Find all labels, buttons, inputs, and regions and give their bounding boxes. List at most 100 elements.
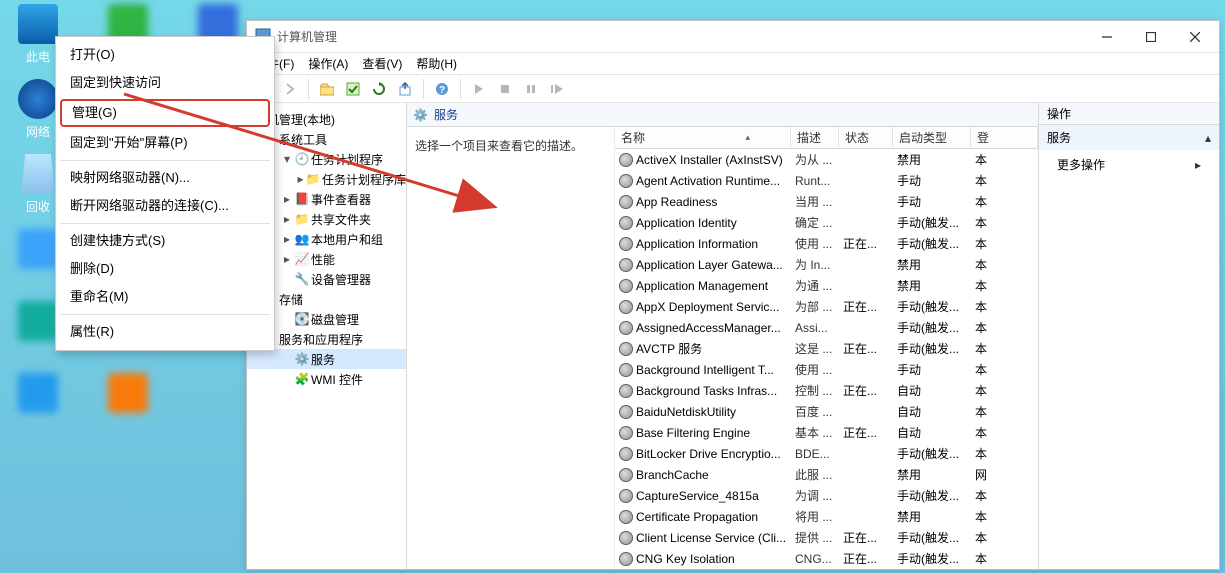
service-startup: 禁用 (893, 277, 971, 294)
service-row[interactable]: Agent Activation Runtime...Runt...手动本 (615, 170, 1038, 191)
ctx-separator (60, 160, 270, 161)
service-desc: Assi... (791, 321, 839, 335)
service-startup: 手动(触发... (893, 319, 971, 336)
service-row[interactable]: ActiveX Installer (AxInstSV)为从 ...禁用本 (615, 149, 1038, 170)
gear-icon (619, 258, 633, 272)
service-state: 正在... (839, 235, 893, 252)
ctx-properties[interactable]: 属性(R) (56, 318, 274, 346)
service-row[interactable]: Application Layer Gatewa...为 In...禁用本 (615, 254, 1038, 275)
menu-help[interactable]: 帮助(H) (416, 55, 457, 72)
toolbar-separator (423, 79, 424, 99)
gear-icon (619, 279, 633, 293)
service-startup: 手动(触发... (893, 550, 971, 567)
service-logon: 本 (971, 445, 1038, 462)
service-name: BranchCache (636, 468, 709, 482)
ctx-disconnect-drive[interactable]: 断开网络驱动器的连接(C)... (56, 192, 274, 220)
service-logon: 本 (971, 193, 1038, 210)
service-name: BaiduNetdiskUtility (636, 405, 736, 419)
service-logon: 本 (971, 277, 1038, 294)
toolbar-help-button[interactable]: ? (431, 78, 453, 100)
service-name: App Readiness (636, 195, 717, 209)
service-logon: 本 (971, 340, 1038, 357)
col-logon-as[interactable]: 登 (971, 127, 1038, 148)
ctx-delete[interactable]: 删除(D) (56, 255, 274, 283)
window-close-button[interactable] (1173, 23, 1217, 51)
service-logon: 本 (971, 424, 1038, 441)
window-maximize-button[interactable] (1129, 23, 1173, 51)
services-rows[interactable]: ActiveX Installer (AxInstSV)为从 ...禁用本Age… (615, 149, 1038, 569)
service-desc: 确定 ... (791, 214, 839, 231)
service-desc: 为通 ... (791, 277, 839, 294)
actions-pane: 操作 服务 ▴ 更多操作 ▸ (1039, 103, 1219, 569)
service-logon: 本 (971, 382, 1038, 399)
gear-icon (619, 468, 633, 482)
service-row[interactable]: CaptureService_4815a为调 ...手动(触发...本 (615, 485, 1038, 506)
gear-icon (619, 300, 633, 314)
col-state[interactable]: 状态 (839, 127, 893, 148)
toolbar-refresh-button[interactable] (368, 78, 390, 100)
ctx-separator (60, 314, 270, 315)
service-row[interactable]: AVCTP 服务这是 ...正在...手动(触发...本 (615, 338, 1038, 359)
service-row[interactable]: Application Management为通 ...禁用本 (615, 275, 1038, 296)
toolbar-up-button[interactable] (316, 78, 338, 100)
gear-icon (619, 384, 633, 398)
service-desc: 为调 ... (791, 487, 839, 504)
service-row[interactable]: AssignedAccessManager...Assi...手动(触发...本 (615, 317, 1038, 338)
ctx-manage[interactable]: 管理(G) (60, 99, 270, 127)
services-pane: ⚙️ 服务 选择一个项目来查看它的描述。 名称▴ 描述 状态 启动类型 登 Ac… (407, 103, 1039, 569)
toolbar-stop-button (494, 78, 516, 100)
actions-subheader[interactable]: 服务 ▴ (1039, 125, 1219, 150)
ctx-pin-quick-access[interactable]: 固定到快速访问 (56, 69, 274, 97)
ctx-rename[interactable]: 重命名(M) (56, 283, 274, 311)
service-desc: 控制 ... (791, 382, 839, 399)
service-row[interactable]: Base Filtering Engine基本 ...正在...自动本 (615, 422, 1038, 443)
service-row[interactable]: BaiduNetdiskUtility百度 ...自动本 (615, 401, 1038, 422)
service-logon: 本 (971, 298, 1038, 315)
service-row[interactable]: Certificate Propagation将用 ...禁用本 (615, 506, 1038, 527)
service-row[interactable]: BranchCache此服 ...禁用网 (615, 464, 1038, 485)
ctx-open[interactable]: 打开(O) (56, 41, 274, 69)
gear-icon: ⚙️ (413, 108, 428, 122)
window-minimize-button[interactable] (1085, 23, 1129, 51)
menu-view[interactable]: 查看(V) (362, 55, 402, 72)
service-desc: 使用 ... (791, 361, 839, 378)
collapse-icon: ▴ (1205, 131, 1211, 145)
service-startup: 手动(触发... (893, 214, 971, 231)
tree-wmi-control[interactable]: 🧩WMI 控件 (247, 369, 406, 389)
service-startup: 手动 (893, 361, 971, 378)
services-columns: 名称▴ 描述 状态 启动类型 登 (615, 127, 1038, 149)
context-menu: 打开(O) 固定到快速访问 管理(G) 固定到"开始"屏幕(P) 映射网络驱动器… (55, 36, 275, 351)
service-row[interactable]: App Readiness当用 ...手动本 (615, 191, 1038, 212)
col-startup-type[interactable]: 启动类型 (893, 127, 971, 148)
service-row[interactable]: Application Information使用 ...正在...手动(触发.… (615, 233, 1038, 254)
ctx-map-drive[interactable]: 映射网络驱动器(N)... (56, 164, 274, 192)
service-name: Certificate Propagation (636, 510, 758, 524)
service-logon: 本 (971, 361, 1038, 378)
service-row[interactable]: AppX Deployment Servic...为部 ...正在...手动(触… (615, 296, 1038, 317)
gear-icon (619, 363, 633, 377)
service-desc: 此服 ... (791, 466, 839, 483)
service-row[interactable]: BitLocker Drive Encryptio...BDE...手动(触发.… (615, 443, 1038, 464)
col-description[interactable]: 描述 (791, 127, 839, 148)
service-logon: 本 (971, 319, 1038, 336)
desktop-icon-label: 网络 (26, 123, 50, 140)
service-startup: 禁用 (893, 466, 971, 483)
service-desc: 提供 ... (791, 529, 839, 546)
actions-more[interactable]: 更多操作 ▸ (1039, 150, 1219, 179)
gear-icon (619, 321, 633, 335)
service-row[interactable]: Client License Service (Cli...提供 ...正在..… (615, 527, 1038, 548)
toolbar-view-button[interactable] (342, 78, 364, 100)
col-name[interactable]: 名称▴ (615, 127, 791, 148)
tree-services[interactable]: ⚙️服务 (247, 349, 406, 369)
ctx-create-shortcut[interactable]: 创建快捷方式(S) (56, 227, 274, 255)
services-detail-hint: 选择一个项目来查看它的描述。 (407, 127, 615, 569)
toolbar-export-button[interactable] (394, 78, 416, 100)
service-row[interactable]: CNG Key IsolationCNG...正在...手动(触发...本 (615, 548, 1038, 569)
ctx-pin-start[interactable]: 固定到"开始"屏幕(P) (56, 129, 274, 157)
service-row[interactable]: Application Identity确定 ...手动(触发...本 (615, 212, 1038, 233)
service-startup: 自动 (893, 382, 971, 399)
window-title: 计算机管理 (277, 28, 337, 45)
service-row[interactable]: Background Tasks Infras...控制 ...正在...自动本 (615, 380, 1038, 401)
service-row[interactable]: Background Intelligent T...使用 ...手动本 (615, 359, 1038, 380)
menu-action[interactable]: 操作(A) (308, 55, 348, 72)
